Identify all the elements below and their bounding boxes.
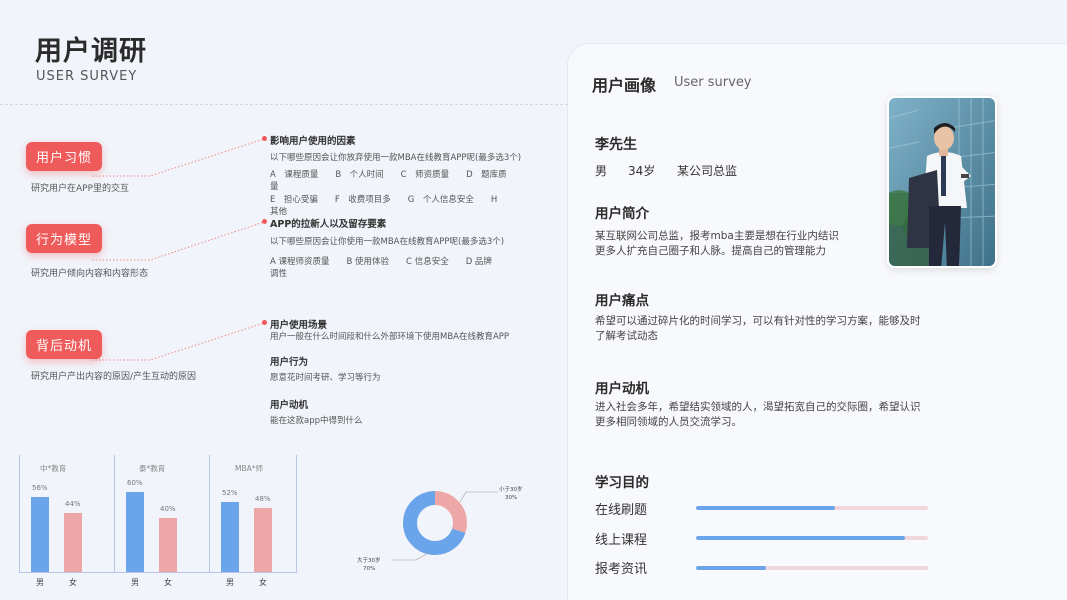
- donut-label-under30-value: 30%: [505, 494, 518, 501]
- persona-pain-head: 用户痛点: [595, 293, 649, 309]
- bar: [254, 507, 272, 572]
- bar: [221, 502, 239, 572]
- bar-value-label: 48%: [255, 494, 271, 503]
- donut-label-over30-value: 70%: [363, 565, 376, 572]
- goal-label: 报考资讯: [595, 562, 648, 577]
- bar-group-label: MBA*师: [235, 464, 263, 473]
- goal-label: 在线刷题: [595, 503, 648, 518]
- goal-progress-fill: [696, 506, 836, 510]
- persona-pain-line1: 希望可以通过碎片化的时间学习，可以有针对性的学习方案，能够及时: [595, 315, 921, 327]
- bar-category-label: 男: [36, 578, 44, 587]
- goal-progress-fill: [696, 536, 905, 540]
- persona-motive-line2: 更多相同领域的人员交流学习。: [595, 416, 742, 428]
- bar-category-label: 女: [259, 578, 267, 587]
- bar-value-label: 52%: [222, 489, 238, 498]
- bar-group-label: 中*教育: [40, 464, 67, 473]
- bar-category-label: 女: [69, 578, 77, 587]
- persona-job: 某公司总监: [677, 164, 738, 178]
- donut-label-over30-name: 大于30岁: [357, 558, 381, 564]
- persona-pain-line2: 了解考试动态: [595, 330, 658, 342]
- persona-name: 李先生: [595, 137, 637, 153]
- persona-motive-line1: 进入社会多年，希望结实领域的人，渴望拓宽自己的交际圈，希望认识: [595, 401, 921, 413]
- persona-gender: 男: [595, 164, 608, 178]
- bar: [159, 518, 177, 572]
- persona-title: 用户画像: [592, 76, 657, 95]
- persona-intro-line1: 某互联网公司总监，报考mba主要是想在行业内结识: [595, 230, 839, 242]
- persona-subtitle: User survey: [674, 75, 752, 90]
- goal-progress-fill: [696, 566, 766, 570]
- bar-category-label: 男: [131, 578, 139, 587]
- persona-age: 34岁: [628, 164, 656, 178]
- persona-intro-line2: 更多人扩充自己圈子和人脉。提高自己的管理能力: [595, 245, 826, 257]
- goal-label: 线上课程: [595, 533, 648, 548]
- bar-category-label: 女: [164, 578, 172, 587]
- persona-photo: [887, 96, 997, 268]
- persona-motive-head: 用户动机: [595, 381, 649, 397]
- donut-label-over30: 大于30岁 70%: [357, 558, 381, 573]
- bar-group-label: 泰*教育: [139, 464, 166, 473]
- bar: [31, 496, 49, 572]
- goal-progress-bar: [696, 536, 928, 540]
- bar-value-label: 60%: [127, 478, 143, 487]
- persona-intro-head: 用户简介: [595, 206, 649, 222]
- goal-progress-bar: [696, 566, 928, 570]
- donut-label-under30-name: 小于30岁: [499, 487, 523, 493]
- goal-progress-bar: [696, 506, 928, 510]
- persona-goals-head: 学习目的: [595, 475, 649, 491]
- bar-category-label: 男: [226, 578, 234, 587]
- bar-value-label: 56%: [32, 483, 48, 492]
- businessman-illustration: [889, 98, 995, 266]
- bar: [64, 513, 82, 572]
- bar: [126, 491, 144, 572]
- bar-value-label: 44%: [65, 500, 81, 509]
- bar-value-label: 40%: [160, 505, 176, 514]
- donut-label-under30: 小于30岁 30%: [499, 487, 523, 502]
